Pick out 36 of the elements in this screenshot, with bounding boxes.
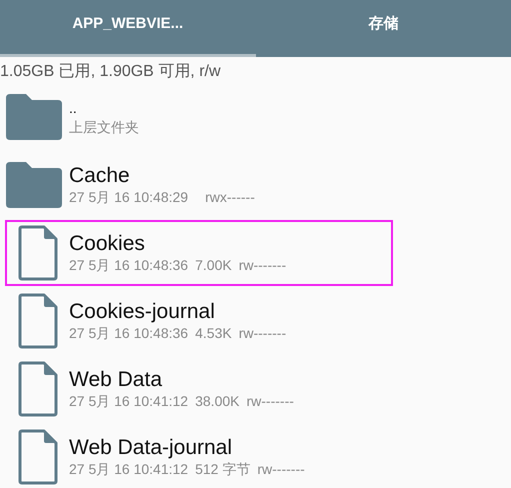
file-icon: [18, 293, 58, 349]
file-permissions: rwx------: [205, 189, 255, 207]
file-permissions: rw-------: [246, 393, 294, 411]
file-date: 27 5月 16 10:48:36: [69, 257, 188, 275]
file-date: 27 5月 16 10:41:12: [69, 393, 188, 411]
file-date: 27 5月 16 10:48:29: [69, 189, 188, 207]
file-row[interactable]: .. 上层文件夹: [5, 84, 393, 150]
file-permissions: rw-------: [238, 257, 286, 275]
file-name: Cookies-journal: [69, 299, 216, 325]
file-name: Cache: [69, 163, 131, 189]
file-name: Cookies: [69, 231, 146, 257]
tab[interactable]: APP_WEBVIE...: [0, 0, 256, 57]
file-subtitle: 上层文件夹: [69, 119, 139, 137]
file-size: 7.00K: [195, 257, 232, 275]
file-row[interactable]: Cache 27 5月 16 10:48:29 rwx------: [5, 152, 393, 218]
file-name: ..: [69, 99, 78, 118]
file-name: Web Data-journal: [69, 435, 234, 461]
file-size: 4.53K: [195, 325, 232, 343]
file-date: 27 5月 16 10:48:36: [69, 325, 188, 343]
file-icon: [18, 361, 58, 417]
file-size: 512 字节: [195, 461, 250, 479]
file-name: Web Data: [69, 367, 163, 393]
folder-icon: [6, 94, 62, 140]
file-icon: [18, 225, 58, 281]
file-row[interactable]: Cookies-journal 27 5月 16 10:48:36 4.53K rw-------: [5, 288, 393, 354]
storage-info: 1.05GB 已用, 1.90GB 可用, r/w: [0, 62, 222, 82]
file-icon: [18, 429, 58, 485]
file-row[interactable]: Web Data 27 5月 16 10:41:12 38.00K rw-------: [5, 356, 393, 422]
file-permissions: rw-------: [238, 325, 286, 343]
file-row[interactable]: Cookies 27 5月 16 10:48:36 7.00K rw-------: [5, 220, 393, 286]
tab[interactable]: 存储: [256, 0, 511, 57]
file-date: 27 5月 16 10:41:12: [69, 461, 188, 479]
file-permissions: rw-------: [257, 461, 305, 479]
file-size: 38.00K: [195, 393, 240, 411]
folder-icon: [6, 162, 62, 208]
file-row[interactable]: Web Data-journal 27 5月 16 10:41:12 512 字节 rw-------: [5, 424, 393, 488]
